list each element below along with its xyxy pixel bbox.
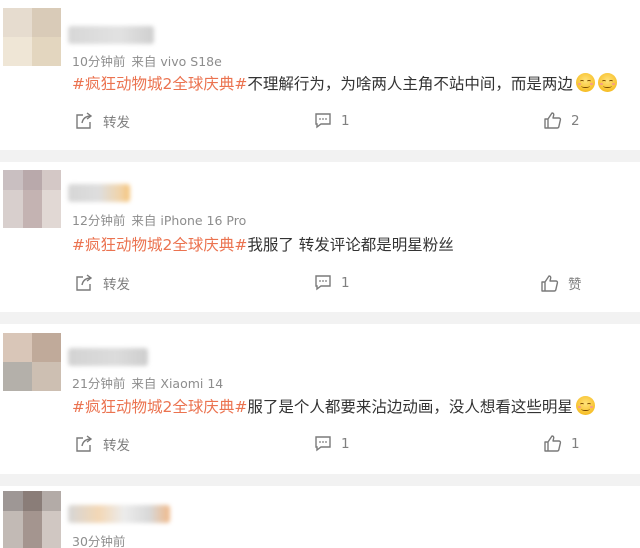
post-source: 来自 iPhone 16 Pro [131, 213, 247, 228]
post-source: 来自 Xiaomi 14 [131, 376, 224, 391]
post-time[interactable]: 30分钟前 [72, 534, 125, 548]
repost-label: 转发 [103, 277, 130, 293]
repost-icon [76, 112, 93, 129]
post-time[interactable]: 21分钟前 [72, 376, 125, 391]
comment-count: 1 [341, 275, 350, 291]
repost-label: 转发 [103, 438, 130, 454]
post-meta: 21分钟前 来自 Xiaomi 14 [72, 373, 223, 392]
smile-emoji [575, 73, 595, 92]
repost-icon [76, 274, 93, 291]
comment-count: 1 [341, 436, 350, 452]
post-time[interactable]: 12分钟前 [72, 213, 125, 228]
post-3: 21分钟前 来自 Xiaomi 14 #疯狂动物城2全球庆典#服了是个人都要来沾边… [0, 324, 640, 474]
username-blurred[interactable] [68, 505, 170, 523]
post-text: 服了是个人都要来沾边动画，没人想看这些明星 [247, 398, 573, 416]
comment-icon [315, 275, 331, 291]
smile-emoji [597, 73, 617, 92]
repost-button[interactable]: 转发 [74, 434, 130, 454]
comment-icon [315, 113, 331, 129]
post-content: #疯狂动物城2全球庆典#我服了 转发评论都是明星粉丝 [72, 233, 454, 255]
comment-button[interactable]: 1 [314, 274, 350, 292]
username-blurred[interactable] [68, 348, 148, 366]
comment-count: 1 [341, 113, 350, 129]
post-source: 来自 vivo S18e [131, 54, 222, 69]
like-button[interactable]: 2 [543, 111, 580, 130]
hashtag-link[interactable]: #疯狂动物城2全球庆典# [72, 398, 247, 416]
post-text: 不理解行为，为啥两人主角不站中间，而是两边 [247, 75, 573, 93]
avatar[interactable] [3, 491, 61, 548]
repost-icon [76, 435, 93, 452]
repost-button[interactable]: 转发 [74, 273, 130, 293]
post-separator [0, 312, 640, 324]
post-time[interactable]: 10分钟前 [72, 54, 125, 69]
like-count: 1 [571, 435, 580, 452]
comment-button[interactable]: 1 [314, 112, 350, 130]
hashtag-link[interactable]: #疯狂动物城2全球庆典# [72, 236, 247, 254]
comment-icon [315, 436, 331, 452]
avatar[interactable] [3, 333, 61, 391]
like-icon [544, 435, 562, 452]
avatar[interactable] [3, 170, 61, 228]
repost-button[interactable]: 转发 [74, 111, 130, 131]
like-icon [541, 274, 559, 292]
username-blurred[interactable] [68, 26, 154, 44]
post-1: 10分钟前 来自 vivo S18e #疯狂动物城2全球庆典#不理解行为，为啥两人… [0, 0, 640, 150]
like-count: 2 [571, 112, 580, 129]
like-button[interactable]: 赞 [540, 273, 582, 293]
post-meta: 10分钟前 来自 vivo S18e [72, 51, 222, 70]
post-content: #疯狂动物城2全球庆典#服了是个人都要来沾边动画，没人想看这些明星 [72, 395, 595, 417]
post-2: 12分钟前 来自 iPhone 16 Pro #疯狂动物城2全球庆典#我服了 转发… [0, 162, 640, 312]
hashtag-link[interactable]: #疯狂动物城2全球庆典# [72, 75, 247, 93]
comment-button[interactable]: 1 [314, 435, 350, 453]
like-icon [544, 112, 562, 129]
like-label: 赞 [568, 277, 582, 293]
post-separator [0, 474, 640, 486]
username-blurred[interactable] [68, 184, 130, 202]
post-text: 我服了 转发评论都是明星粉丝 [247, 236, 454, 254]
post-separator [0, 150, 640, 162]
post-content: #疯狂动物城2全球庆典#不理解行为，为啥两人主角不站中间，而是两边 [72, 72, 617, 94]
smile-emoji [575, 396, 595, 415]
post-meta: 30分钟前 [72, 531, 125, 548]
post-meta: 12分钟前 来自 iPhone 16 Pro [72, 210, 246, 229]
like-button[interactable]: 1 [543, 434, 580, 453]
avatar[interactable] [3, 8, 61, 66]
post-4: 30分钟前 [0, 486, 640, 548]
repost-label: 转发 [103, 115, 130, 131]
